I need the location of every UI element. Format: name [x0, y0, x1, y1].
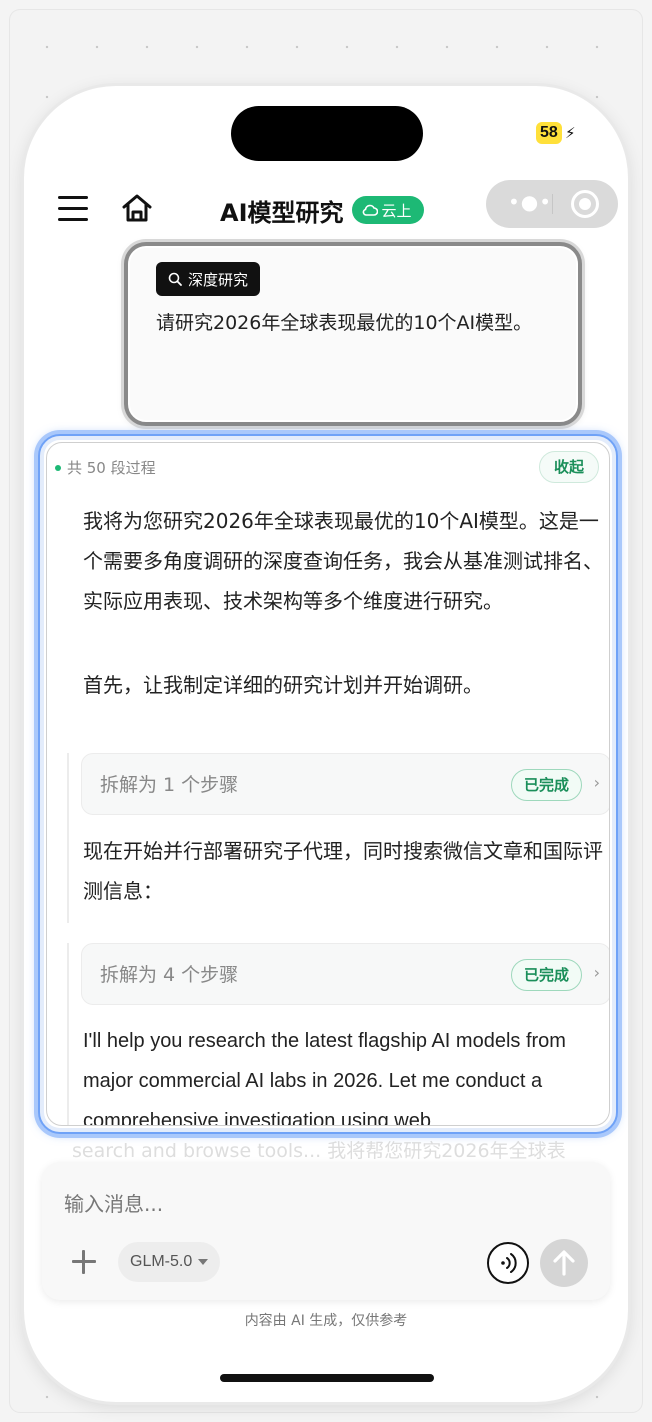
home-icon[interactable] — [120, 192, 154, 224]
deep-research-label: 深度研究 — [188, 270, 249, 289]
user-message-text: 请研究2026年全球表现最优的10个AI模型。 — [156, 312, 533, 334]
more-dots-icon[interactable]: •●• — [508, 192, 552, 212]
phone-frame: 58 ⚡ AI模型研究 云上 •●• 深度研究 请研究2026年全球表现最优的1… — [24, 86, 628, 1402]
process-card: 共 50 段过程 收起 我将为您研究2026年全球表现最优的10个AI模型。这是… — [38, 434, 618, 1134]
bolt-icon: ⚡ — [565, 124, 576, 142]
dynamic-island — [231, 106, 423, 161]
model-select-label: GLM-5.0 — [130, 1253, 193, 1270]
page-title-group: AI模型研究 云上 — [220, 192, 424, 228]
process-header: 共 50 段过程 — [55, 457, 156, 478]
process-paragraph: 现在开始并行部署研究子代理，同时搜索微信文章和国际评测信息： — [83, 839, 603, 903]
battery-level: 58 — [536, 122, 562, 144]
message-input[interactable] — [64, 1184, 584, 1224]
step-connector — [67, 943, 69, 1125]
step-status-badge: 已完成 — [510, 959, 582, 991]
deep-research-tag: 深度研究 — [156, 262, 261, 296]
user-message-bubble: 深度研究 请研究2026年全球表现最优的10个AI模型。 — [128, 246, 578, 422]
caret-down-icon — [198, 1259, 209, 1265]
chevron-right-icon: › — [593, 773, 600, 792]
process-count: 共 50 段过程 — [67, 459, 156, 477]
mini-program-capsule: •●• — [486, 180, 618, 228]
step-card[interactable]: 拆解为 4 个步骤 已完成 › — [81, 943, 609, 1005]
capsule-divider — [552, 194, 553, 214]
message-composer: GLM-5.0 — [42, 1162, 610, 1300]
process-paragraph: 首先，让我制定详细的研究计划并开始调研。 — [83, 673, 483, 697]
cloud-badge-label: 云上 — [381, 201, 412, 220]
cloud-icon — [362, 204, 378, 216]
scrolled-text-tail: search and browse tools... 我将帮您研究2026年全球… — [72, 1140, 566, 1160]
arrow-up-icon — [553, 1250, 575, 1276]
step-connector — [67, 831, 69, 923]
step-card[interactable]: 拆解为 1 个步骤 已完成 › — [81, 753, 609, 815]
voice-wave-icon — [501, 1253, 517, 1273]
cloud-badge[interactable]: 云上 — [351, 196, 424, 224]
process-paragraph: I'll help you research the latest flagsh… — [83, 1030, 566, 1126]
process-inner: 共 50 段过程 收起 我将为您研究2026年全球表现最优的10个AI模型。这是… — [46, 442, 610, 1126]
plus-icon[interactable] — [70, 1248, 98, 1276]
home-indicator[interactable] — [220, 1374, 434, 1382]
model-select[interactable]: GLM-5.0 — [118, 1242, 221, 1282]
process-paragraph: 我将为您研究2026年全球表现最优的10个AI模型。这是一个需要多角度调研的深度… — [83, 509, 603, 613]
collapse-button[interactable]: 收起 — [538, 451, 599, 483]
page-title: AI模型研究 — [220, 198, 344, 227]
step-label: 拆解为 1 个步骤 — [100, 774, 239, 796]
step-status-badge: 已完成 — [510, 769, 582, 801]
chevron-right-icon: › — [593, 963, 600, 982]
voice-button[interactable] — [487, 1242, 529, 1284]
hamburger-icon[interactable] — [58, 196, 88, 222]
close-target-icon[interactable] — [571, 190, 599, 218]
status-dot — [55, 464, 61, 471]
send-button[interactable] — [540, 1239, 588, 1287]
search-icon — [168, 272, 182, 286]
ai-disclaimer: 内容由 AI 生成，仅供参考 — [244, 1313, 408, 1329]
step-label: 拆解为 4 个步骤 — [100, 964, 239, 986]
